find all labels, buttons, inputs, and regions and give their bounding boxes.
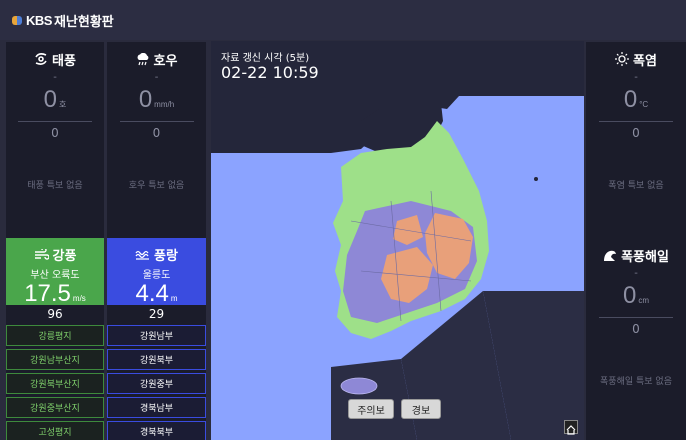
wave-icon — [135, 250, 150, 260]
top-bar: KBS 재난현황판 — [0, 0, 686, 40]
rain-value: 0 — [138, 86, 153, 113]
typhoon-count: 0 — [51, 126, 59, 140]
update-time-value: 02-22 10:59 — [221, 63, 319, 82]
storm-surge-panel: 폭풍해일 - 0 cm 0 폭풍해일 특보 없음 — [586, 238, 686, 440]
logo-title: 재난현황판 — [53, 14, 114, 30]
high-wave-unit: m — [170, 294, 178, 303]
korea-map-svg — [211, 41, 584, 440]
storm-surge-value-row: 0 cm — [586, 282, 686, 315]
rain-panel: 호우 - 0 mm/h 0 호우 특보 없음 — [107, 42, 206, 238]
storm-surge-title: 폭풍해일 — [621, 249, 669, 265]
storm-surge-region: - — [634, 268, 638, 279]
surge-icon — [604, 250, 617, 261]
list-item[interactable]: 강릉평지 — [6, 325, 104, 346]
heatwave-value: 0 — [623, 86, 638, 113]
list-item[interactable]: 고성평지 — [6, 421, 104, 440]
list-item[interactable]: 강원중부 — [107, 373, 206, 394]
rain-unit: mm/h — [154, 100, 175, 109]
typhoon-title: 태풍 — [52, 53, 76, 69]
storm-surge-value: 0 — [622, 282, 637, 309]
rain-region: - — [154, 72, 159, 83]
heatwave-region: - — [634, 72, 638, 83]
storm-surge-card[interactable]: 폭풍해일 - 0 cm 0 폭풍해일 특보 없음 — [586, 238, 686, 440]
high-wave-count: 29 — [148, 306, 165, 321]
weather-warning-map[interactable]: 자료 갱신 시각 (5분) 02-22 10:59 주의보 경보 — [211, 41, 584, 440]
typhoon-none-text: 태풍 특보 없음 — [27, 181, 83, 191]
warning-button[interactable]: 경보 — [401, 399, 441, 419]
storm-surge-none-text: 폭풍해일 특보 없음 — [600, 377, 672, 387]
strong-wind-count-box: 96 — [6, 305, 104, 322]
high-wave-value: 4.4 — [135, 280, 169, 307]
rain-card[interactable]: 호우 - 0 mm/h 0 호우 특보 없음 — [107, 42, 206, 238]
heatwave-none-text: 폭염 특보 없음 — [608, 181, 664, 191]
heatwave-count: 0 — [632, 126, 640, 140]
heatwave-unit: °C — [639, 100, 649, 109]
typhoon-value: 0 — [43, 86, 57, 113]
high-wave-region-list: 강원남부 강원북부 강원중부 경북남부 경북북부 — [107, 325, 206, 440]
high-wave-title: 풍랑 — [154, 248, 178, 264]
high-wave-count-box: 29 — [107, 305, 206, 322]
wind-icon — [34, 248, 49, 260]
typhoon-panel: 태풍 - 0호 0 태풍 특보 없음 — [6, 42, 104, 238]
sun-icon — [615, 52, 630, 66]
list-item[interactable]: 강원남부 — [107, 325, 206, 346]
list-item[interactable]: 강원북부 — [107, 349, 206, 370]
map-jeju — [340, 377, 378, 395]
rain-value-row: 0 mm/h — [107, 86, 206, 119]
typhoon-region: - — [53, 72, 57, 83]
high-wave-region: 울릉도 — [142, 270, 171, 281]
divider — [119, 121, 194, 122]
heatwave-title: 폭염 — [633, 53, 657, 69]
map-ulleungdo — [534, 177, 538, 181]
typhoon-unit: 호 — [58, 100, 67, 109]
home-button[interactable] — [564, 420, 578, 435]
app-logo[interactable]: KBS 재난현황판 — [12, 11, 114, 30]
typhoon-value-row: 0호 — [6, 86, 104, 119]
list-item[interactable]: 경북북부 — [107, 421, 206, 440]
logo-brand: KBS — [26, 12, 52, 28]
list-item[interactable]: 강원북부산지 — [6, 373, 104, 394]
divider — [18, 121, 92, 122]
strong-wind-unit: m/s — [72, 294, 86, 303]
list-item[interactable]: 경북남부 — [107, 397, 206, 418]
rain-none-text: 호우 특보 없음 — [128, 181, 185, 191]
typhoon-icon — [35, 53, 47, 65]
kbs-logo-icon — [12, 14, 22, 26]
list-item[interactable]: 강원중부산지 — [6, 397, 104, 418]
heatwave-card[interactable]: 폭염 - 0 °C 0 폭염 특보 없음 — [586, 42, 686, 238]
divider — [599, 317, 673, 318]
typhoon-card[interactable]: 태풍 - 0호 0 태풍 특보 없음 — [6, 42, 104, 238]
update-time-label: 자료 갱신 시각 (5분) — [221, 53, 310, 64]
storm-surge-count: 0 — [632, 322, 640, 336]
home-icon — [566, 425, 576, 435]
strong-wind-region: 부산 오륙도 — [30, 270, 80, 281]
rain-count: 0 — [152, 126, 161, 140]
strong-wind-title: 강풍 — [52, 248, 77, 264]
rain-icon — [137, 52, 148, 65]
advisory-button[interactable]: 주의보 — [348, 399, 394, 419]
list-item[interactable]: 강원남부산지 — [6, 349, 104, 370]
heatwave-value-row: 0 °C — [586, 86, 686, 119]
divider — [599, 121, 673, 122]
strong-wind-count: 96 — [47, 306, 63, 321]
strong-wind-region-list: 강릉평지 강원남부산지 강원북부산지 강원중부산지 고성평지 — [6, 325, 104, 440]
storm-surge-unit: cm — [638, 296, 650, 305]
heatwave-panel: 폭염 - 0 °C 0 폭염 특보 없음 — [586, 42, 686, 238]
rain-title: 호우 — [153, 53, 178, 69]
strong-wind-value: 17.5 — [24, 280, 71, 307]
